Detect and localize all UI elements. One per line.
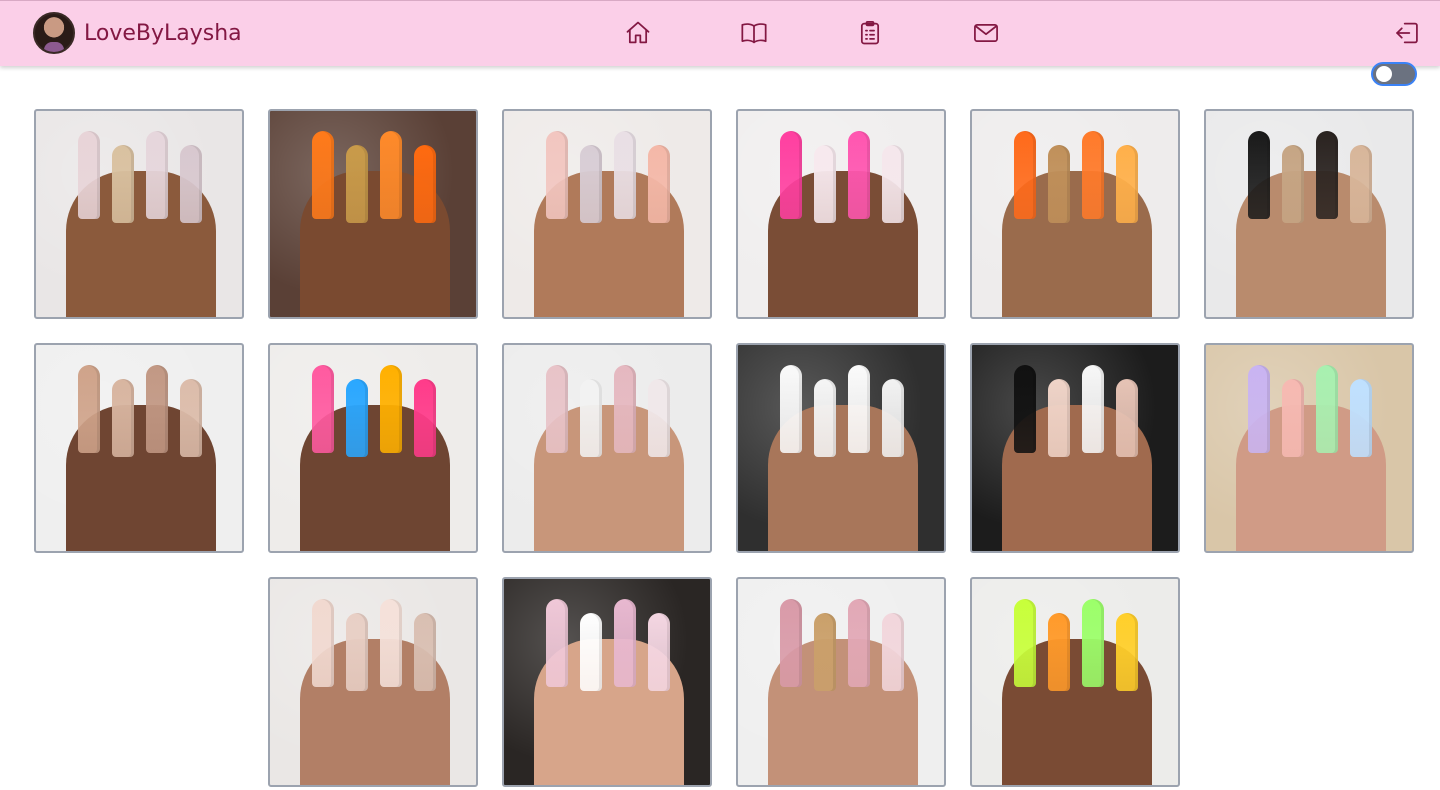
logout-icon[interactable] — [1391, 17, 1423, 49]
nail — [1350, 379, 1372, 457]
nail — [1316, 365, 1338, 453]
nail — [614, 599, 636, 687]
clipboard-icon[interactable] — [854, 17, 886, 49]
nail — [414, 379, 436, 457]
gallery-image[interactable] — [268, 109, 478, 319]
nail — [1316, 131, 1338, 219]
gallery-image[interactable] — [736, 577, 946, 787]
nail — [1082, 599, 1104, 687]
theme-toggle[interactable] — [1371, 62, 1417, 86]
gallery-image[interactable] — [34, 109, 244, 319]
nail — [780, 365, 802, 453]
nail — [848, 365, 870, 453]
nail — [1282, 145, 1304, 223]
nail — [312, 131, 334, 219]
book-icon[interactable] — [738, 17, 770, 49]
nail — [1014, 365, 1036, 453]
nail — [1048, 613, 1070, 691]
toggle-knob — [1376, 66, 1392, 82]
nail — [78, 365, 100, 453]
profile-avatar — [33, 12, 75, 54]
nail — [546, 131, 568, 219]
nail — [414, 613, 436, 691]
nail — [414, 145, 436, 223]
nail — [546, 599, 568, 687]
nail — [814, 145, 836, 223]
nail — [1248, 365, 1270, 453]
nail — [780, 599, 802, 687]
nail — [346, 145, 368, 223]
nail — [580, 379, 602, 457]
nail — [112, 379, 134, 457]
nail — [882, 613, 904, 691]
nail — [580, 613, 602, 691]
nail — [380, 599, 402, 687]
gallery-image[interactable] — [736, 343, 946, 553]
gallery-image[interactable] — [502, 577, 712, 787]
gallery-image[interactable] — [970, 343, 1180, 553]
nail — [814, 379, 836, 457]
nail — [1116, 613, 1138, 691]
nail — [546, 365, 568, 453]
nail — [848, 599, 870, 687]
nail — [78, 131, 100, 219]
nail — [380, 131, 402, 219]
nail — [1082, 365, 1104, 453]
nail — [814, 613, 836, 691]
home-icon[interactable] — [622, 17, 654, 49]
gallery-image[interactable] — [1204, 109, 1414, 319]
gallery-image[interactable] — [502, 109, 712, 319]
nail — [648, 379, 670, 457]
nail — [1116, 145, 1138, 223]
nail — [346, 379, 368, 457]
nail — [614, 131, 636, 219]
brand-name: LoveByLaysha — [84, 20, 242, 46]
nail — [1048, 145, 1070, 223]
nail — [882, 145, 904, 223]
nail — [346, 613, 368, 691]
nail — [312, 599, 334, 687]
nail — [1014, 599, 1036, 687]
nail — [648, 145, 670, 223]
gallery-image[interactable] — [268, 577, 478, 787]
nail — [1248, 131, 1270, 219]
nail — [146, 131, 168, 219]
nail — [180, 379, 202, 457]
nail — [648, 613, 670, 691]
brand-link[interactable]: LoveByLaysha — [33, 12, 242, 54]
gallery-image[interactable] — [34, 343, 244, 553]
nail — [614, 365, 636, 453]
gallery-image[interactable] — [970, 577, 1180, 787]
nail — [882, 379, 904, 457]
gallery-image[interactable] — [1204, 343, 1414, 553]
gallery-image[interactable] — [268, 343, 478, 553]
nail — [1014, 131, 1036, 219]
mail-icon[interactable] — [970, 17, 1002, 49]
nail — [112, 145, 134, 223]
nail — [580, 145, 602, 223]
top-navbar: LoveByLaysha — [0, 0, 1440, 66]
nail — [1082, 131, 1104, 219]
nail — [780, 131, 802, 219]
nail — [1048, 379, 1070, 457]
nail — [380, 365, 402, 453]
gallery-image[interactable] — [736, 109, 946, 319]
gallery-image[interactable] — [970, 109, 1180, 319]
nail — [180, 145, 202, 223]
nail — [848, 131, 870, 219]
gallery-image[interactable] — [502, 343, 712, 553]
nail — [312, 365, 334, 453]
nail — [146, 365, 168, 453]
nail — [1282, 379, 1304, 457]
nail — [1350, 145, 1372, 223]
nail — [1116, 379, 1138, 457]
